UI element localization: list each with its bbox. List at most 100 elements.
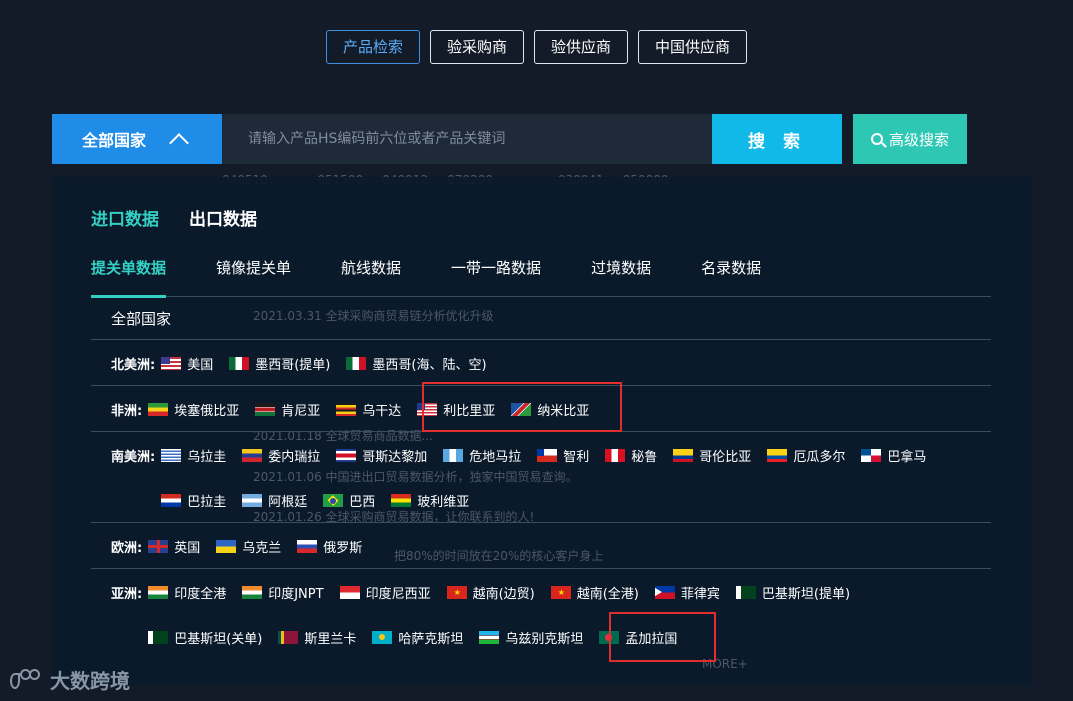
country-name: 阿根廷	[268, 495, 308, 510]
tab-route-data[interactable]: 航线数据	[341, 257, 401, 297]
country-philippines[interactable]: 菲律宾	[654, 583, 720, 602]
country-pakistan-bill[interactable]: 巴基斯坦(提单)	[735, 583, 851, 602]
chile-flag-icon	[537, 449, 558, 462]
country-brazil[interactable]: 巴西	[323, 491, 375, 510]
tab-belt-road-data[interactable]: 一带一路数据	[451, 257, 541, 297]
guatemala-flag-icon	[443, 449, 464, 462]
country-name: 乌干达	[362, 404, 402, 419]
tab-customs-bill[interactable]: 提关单数据	[91, 257, 167, 298]
tab-import-data[interactable]: 进口数据	[91, 205, 159, 230]
country-guatemala[interactable]: 危地马拉	[443, 446, 521, 465]
country-pakistan-customs[interactable]: 巴基斯坦(关单)	[148, 628, 262, 647]
country-kenya[interactable]: 肯尼亚	[255, 400, 320, 419]
search-button[interactable]: 搜 索	[712, 114, 842, 164]
country-name: 印度全港	[174, 587, 227, 602]
country-uruguay[interactable]: 乌拉圭	[161, 446, 226, 465]
country-name: 英国	[174, 541, 201, 556]
data-source-tabs: 提关单数据 镜像提关单 航线数据 一带一路数据 过境数据 名录数据	[91, 257, 991, 298]
country-name: 埃塞俄比亚	[174, 404, 240, 419]
search-icon	[870, 133, 883, 145]
tab-mirror-bill[interactable]: 镜像提关单	[216, 257, 291, 297]
country-name: 俄罗斯	[323, 541, 363, 556]
watermark: 大数跨境	[10, 665, 130, 694]
tab-verify-supplier[interactable]: 验供应商	[534, 30, 629, 64]
pakistan-flag-icon	[148, 631, 169, 644]
all-countries-option[interactable]: 全部国家	[111, 308, 171, 329]
country-name: 美国	[187, 358, 214, 373]
country-peru[interactable]: 秘鲁	[605, 446, 657, 465]
watermark-text: 大数跨境	[50, 669, 130, 693]
country-colombia[interactable]: 哥伦比亚	[673, 446, 751, 465]
country-usa[interactable]: 美国	[161, 354, 213, 373]
country-name: 巴基斯坦(关单)	[174, 632, 263, 647]
country-mexico-all[interactable]: 墨西哥(海、陆、空)	[346, 354, 487, 373]
advanced-search-button[interactable]: 高级搜索	[853, 114, 967, 164]
country-dropdown-panel: 2021.03.31 全球采购商贸易链分析优化升级 2021.01.18 全球贸…	[52, 177, 1032, 685]
country-name: 印度JNPT	[268, 587, 324, 602]
country-uzbekistan[interactable]: 乌兹别克斯坦	[479, 628, 583, 647]
country-russia[interactable]: 俄罗斯	[297, 537, 362, 556]
data-type-tabs: 进口数据 出口数据	[91, 205, 257, 230]
country-vietnam-border[interactable]: ★ 越南(边贸)	[446, 583, 535, 602]
country-name: 巴西	[349, 495, 376, 510]
country-india-jnpt[interactable]: 印度JNPT	[242, 583, 324, 602]
divider	[91, 568, 991, 569]
tab-product-search[interactable]: 产品检索	[325, 30, 420, 64]
region-asia-row2: 亚洲: 巴基斯坦(关单) 斯里兰卡 哈萨克斯坦 乌兹别克斯坦 孟加拉国	[111, 628, 693, 647]
country-paraguay[interactable]: 巴拉圭	[161, 491, 226, 510]
mexico-flag-icon	[346, 357, 367, 370]
country-ukraine[interactable]: 乌克兰	[216, 537, 281, 556]
argentina-flag-icon	[242, 494, 263, 507]
tab-directory-data[interactable]: 名录数据	[701, 257, 761, 297]
panama-flag-icon	[861, 449, 882, 462]
country-bolivia[interactable]: 玻利维亚	[391, 491, 469, 510]
country-panama[interactable]: 巴拿马	[861, 446, 926, 465]
uruguay-flag-icon	[161, 449, 182, 462]
country-name: 印度尼西亚	[365, 587, 431, 602]
country-name: 斯里兰卡	[304, 632, 357, 647]
region-south-america: 南美洲: 乌拉圭 委内瑞拉 哥斯达黎加 危地马拉 智利 秘鲁 哥伦比亚 厄瓜多尔…	[111, 446, 942, 465]
uk-flag-icon	[148, 540, 169, 553]
region-north-america: 北美洲: 美国 墨西哥(提单) 墨西哥(海、陆、空)	[111, 354, 503, 373]
country-select-label: 全部国家	[82, 131, 147, 150]
country-name: 巴拿马	[887, 450, 927, 465]
country-ecuador[interactable]: 厄瓜多尔	[767, 446, 845, 465]
country-name: 智利	[563, 450, 590, 465]
tab-verify-buyer[interactable]: 验采购商	[429, 30, 524, 64]
top-tab-bar: 产品检索 验采购商 验供应商 中国供应商	[0, 30, 1073, 64]
country-venezuela[interactable]: 委内瑞拉	[242, 446, 320, 465]
country-vietnam-all[interactable]: ★ 越南(全港)	[550, 583, 639, 602]
search-input[interactable]	[222, 114, 712, 164]
country-name: 巴基斯坦(提单)	[761, 587, 851, 602]
country-name: 乌兹别克斯坦	[505, 632, 584, 647]
region-south-america-row2: 南美洲: 巴拉圭 阿根廷 巴西 玻利维亚	[111, 491, 485, 510]
peru-flag-icon	[605, 449, 626, 462]
paraguay-flag-icon	[161, 494, 182, 507]
country-sri-lanka[interactable]: 斯里兰卡	[278, 628, 356, 647]
country-costa-rica[interactable]: 哥斯达黎加	[336, 446, 427, 465]
country-indonesia[interactable]: 印度尼西亚	[339, 583, 431, 602]
country-select[interactable]: 全部国家	[52, 114, 222, 164]
tab-china-supplier[interactable]: 中国供应商	[638, 30, 748, 64]
country-uk[interactable]: 英国	[148, 537, 200, 556]
country-name: 委内瑞拉	[268, 450, 321, 465]
country-kazakhstan[interactable]: 哈萨克斯坦	[372, 628, 463, 647]
country-uganda[interactable]: 乌干达	[336, 400, 401, 419]
country-ethiopia[interactable]: 埃塞俄比亚	[148, 400, 239, 419]
country-argentina[interactable]: 阿根廷	[242, 491, 307, 510]
country-mexico-bill[interactable]: 墨西哥(提单)	[229, 354, 330, 373]
advanced-search-label: 高级搜索	[888, 130, 949, 149]
country-name: 肯尼亚	[281, 404, 321, 419]
venezuela-flag-icon	[242, 449, 263, 462]
uganda-flag-icon	[336, 403, 357, 416]
ecuador-flag-icon	[767, 449, 788, 462]
mexico-flag-icon	[229, 357, 250, 370]
country-india-all[interactable]: 印度全港	[148, 583, 226, 602]
highlight-box-africa	[422, 382, 622, 432]
background-news-1: 2021.03.31 全球采购商贸易链分析优化升级	[253, 309, 494, 323]
country-chile[interactable]: 智利	[537, 446, 589, 465]
tab-transit-data[interactable]: 过境数据	[591, 257, 651, 297]
tab-export-data[interactable]: 出口数据	[189, 205, 257, 230]
india-flag-icon	[148, 586, 169, 599]
country-name: 墨西哥(提单)	[255, 358, 331, 373]
